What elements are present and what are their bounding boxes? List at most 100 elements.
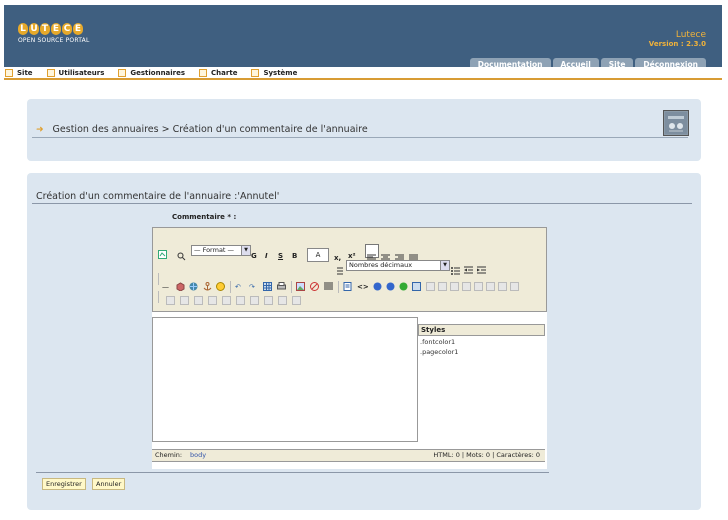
menu-label: Site — [17, 68, 33, 77]
list-view-icon[interactable] — [324, 282, 333, 291]
app-version: Version : 2.3.0 — [648, 40, 706, 48]
form-panel: Création d'un commentaire de l'annuaire … — [27, 173, 701, 510]
arrow-icon: ➜ — [36, 124, 44, 135]
menu-item-gestionnaires[interactable]: Gestionnaires — [118, 68, 186, 77]
menu-item-site[interactable]: Site — [5, 68, 33, 77]
table-disabled-icon — [486, 282, 495, 291]
styles-header: Styles — [418, 324, 545, 336]
menu-item-utilisateurs[interactable]: Utilisateurs — [46, 68, 105, 77]
bold-button[interactable]: G — [251, 251, 257, 261]
table-disabled-icon — [498, 282, 507, 291]
table-disabled-icon — [292, 296, 301, 305]
help-alt-icon[interactable] — [386, 282, 395, 291]
directory-icon — [663, 110, 689, 136]
menu-label: Système — [263, 68, 298, 77]
chevron-down-icon: ▼ — [440, 261, 449, 270]
toolbar-separator — [230, 281, 231, 293]
menu-label: Utilisateurs — [58, 68, 105, 77]
horizontal-rule-button[interactable]: — — [162, 282, 169, 292]
style-item[interactable]: .pagecolor1 — [418, 348, 545, 356]
redo-button[interactable]: ↷ — [249, 282, 255, 292]
table-disabled-icon — [264, 296, 273, 305]
logo-letter: E — [73, 23, 83, 35]
help-icon[interactable] — [373, 282, 382, 291]
outdent-icon[interactable] — [464, 266, 473, 275]
breadcrumb-text[interactable]: Gestion des annuaires > Création d'un co… — [53, 124, 368, 135]
editor-content-area[interactable] — [152, 317, 418, 442]
chevron-down-icon: ▼ — [241, 246, 250, 255]
app-name: Lutece — [675, 30, 706, 40]
table-disabled-icon — [450, 282, 459, 291]
image-icon[interactable] — [296, 282, 305, 291]
logo-letter: L — [18, 23, 28, 35]
rich-text-editor: — Format — ▼ G I S B A x, x² Nombres déci… — [152, 227, 547, 469]
cancel-button[interactable]: Annuler — [92, 478, 126, 490]
save-button[interactable]: Enregistrer — [42, 478, 86, 490]
menu-item-systeme[interactable]: Système — [251, 68, 298, 77]
table-disabled-icon — [180, 296, 189, 305]
numbering-dropdown[interactable]: Nombres décimaux ▼ — [346, 260, 450, 271]
bullet-list-icon[interactable] — [451, 266, 460, 275]
form-title: Création d'un commentaire de l'annuaire … — [36, 191, 280, 202]
editor-toolbar: — Format — ▼ G I S B A x, x² Nombres déci… — [152, 227, 547, 312]
unlink-icon[interactable] — [310, 282, 319, 291]
table-disabled-icon — [166, 296, 175, 305]
font-size-field[interactable]: A — [307, 248, 329, 262]
folder-icon — [199, 68, 208, 77]
info-icon[interactable] — [399, 282, 408, 291]
format-value: — Format — — [194, 246, 235, 254]
breadcrumb-panel: ➜ Gestion des annuaires > Création d'un … — [27, 99, 701, 161]
form-title-divider — [32, 203, 692, 204]
underline-button[interactable]: S — [278, 251, 283, 261]
table-disabled-icon — [222, 296, 231, 305]
logo-subtitle: OPEN SOURCE PORTAL — [18, 37, 90, 44]
table-icon[interactable] — [263, 282, 272, 291]
comment-label: Commentaire * : — [172, 213, 237, 221]
styles-panel: Styles .fontcolor1 .pagecolor1 — [418, 324, 545, 356]
numbered-list-icon[interactable] — [334, 266, 343, 275]
toolbar-separator — [338, 281, 339, 293]
table-disabled-icon — [278, 296, 287, 305]
italic-button[interactable]: I — [265, 251, 268, 261]
path-value[interactable]: body — [190, 450, 206, 461]
logo-letter: T — [40, 23, 50, 35]
logo-letter: E — [51, 23, 61, 35]
toolbar-separator — [158, 273, 159, 285]
format-dropdown[interactable]: — Format — ▼ — [191, 245, 251, 256]
folder-icon — [5, 68, 13, 77]
menu-label: Charte — [211, 68, 238, 77]
source-icon[interactable] — [158, 250, 167, 259]
indent-icon[interactable] — [477, 266, 486, 275]
path-label: Chemin: — [155, 451, 183, 459]
code-button[interactable]: <> — [357, 282, 369, 292]
undo-button[interactable]: ↶ — [235, 282, 241, 292]
table-disabled-icon — [474, 282, 483, 291]
toolbar-separator — [291, 281, 292, 293]
fullscreen-icon[interactable] — [412, 282, 421, 291]
table-disabled-icon — [462, 282, 471, 291]
logo-letter: U — [29, 23, 39, 35]
bold-alt-button[interactable]: B — [292, 251, 297, 261]
actions-divider — [36, 472, 549, 473]
table-disabled-icon — [194, 296, 203, 305]
globe-icon[interactable] — [189, 282, 198, 291]
anchor-icon[interactable] — [203, 282, 212, 291]
style-item[interactable]: .fontcolor1 — [418, 338, 545, 346]
find-icon[interactable] — [177, 252, 186, 261]
table-disabled-icon — [208, 296, 217, 305]
breadcrumb: ➜ Gestion des annuaires > Création d'un … — [36, 124, 368, 135]
header: L U T E C E OPEN SOURCE PORTAL Lutece Ve… — [4, 5, 722, 72]
table-disabled-icon — [236, 296, 245, 305]
editor-stats: HTML: 0 | Mots: 0 | Caractères: 0 — [433, 451, 540, 459]
lutece-logo[interactable]: L U T E C E OPEN SOURCE PORTAL — [18, 23, 90, 44]
subscript-button[interactable]: x, — [334, 253, 341, 263]
menu-item-charte[interactable]: Charte — [199, 68, 238, 77]
numbering-value: Nombres décimaux — [349, 261, 413, 269]
print-icon[interactable] — [277, 282, 286, 291]
cube-icon[interactable] — [176, 282, 185, 291]
menu-label: Gestionnaires — [130, 68, 186, 77]
emoticon-icon[interactable] — [216, 282, 225, 291]
document-icon[interactable] — [343, 282, 352, 291]
folder-icon — [118, 68, 127, 77]
table-disabled-icon — [510, 282, 519, 291]
